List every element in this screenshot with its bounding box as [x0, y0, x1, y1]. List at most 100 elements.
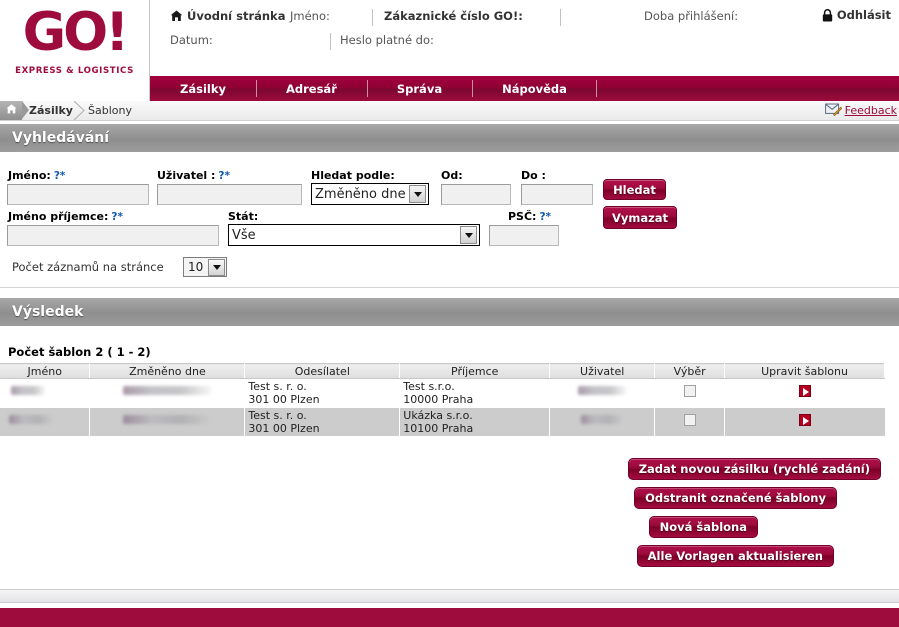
- breadcrumb-item-sablony[interactable]: Šablony: [88, 104, 132, 117]
- results-table: Jméno Změněno dne Odesílatel Příjemce Už…: [0, 363, 885, 437]
- search-input-jmeno[interactable]: [7, 184, 149, 205]
- feedback-link[interactable]: Feedback: [845, 104, 897, 117]
- nav-item-zasilky[interactable]: Zásilky: [150, 76, 256, 101]
- search-button[interactable]: Hledat: [603, 179, 666, 200]
- nav-item-label: Zásilky: [180, 81, 226, 96]
- help-icon[interactable]: ?*: [539, 211, 551, 223]
- search-select-hledat-podle[interactable]: Změněno dne: [311, 183, 429, 205]
- redacted-value: [11, 386, 45, 395]
- feedback-area[interactable]: Feedback: [824, 102, 897, 119]
- home-link-label: Úvodní stránka: [187, 9, 286, 23]
- new-shipment-quick-button[interactable]: Zadat novou zásilku (rychlé zadání): [627, 458, 881, 480]
- help-icon[interactable]: ?*: [111, 211, 123, 223]
- cell-upravit-sablonu[interactable]: [724, 378, 885, 408]
- logout-label: Odhlásit: [836, 8, 891, 22]
- clear-button-label: Vymazat: [611, 210, 669, 225]
- logo-tagline: EXPRESS & LOGISTICS: [15, 66, 134, 76]
- breadcrumb-home-button[interactable]: [0, 101, 29, 120]
- table-row[interactable]: Test s. r. o. 301 00 Plzen Ukázka s.r.o.…: [0, 407, 885, 437]
- home-icon: [170, 10, 183, 25]
- home-icon: [5, 104, 17, 117]
- row-select-checkbox[interactable]: [683, 414, 696, 426]
- help-icon[interactable]: ?*: [54, 170, 66, 182]
- chevron-down-icon[interactable]: [208, 258, 225, 276]
- label-uzivatel: Uživatel : ?*: [157, 169, 230, 182]
- search-select-stat-value: Vše: [232, 227, 256, 243]
- header-divider: [372, 9, 373, 26]
- result-section-header: Výsledek: [0, 298, 899, 326]
- play-icon[interactable]: [798, 385, 811, 397]
- redacted-value: [123, 386, 212, 395]
- label-psc-text: PSČ:: [508, 210, 537, 223]
- nav-item-adresar[interactable]: Adresář: [255, 76, 367, 101]
- cell-prijemce: Ukázka s.r.o. 10100 Praha: [399, 407, 551, 437]
- update-all-templates-button[interactable]: Alle Vorlagen aktualisieren: [636, 545, 834, 567]
- logo-wordmark: GO!: [22, 2, 130, 63]
- help-icon[interactable]: ?*: [218, 170, 230, 182]
- cell-jmeno: [0, 407, 91, 437]
- clear-button[interactable]: Vymazat: [603, 206, 677, 229]
- play-icon[interactable]: [798, 414, 811, 426]
- chevron-down-icon[interactable]: [460, 226, 477, 244]
- records-per-page-select[interactable]: 10: [183, 257, 227, 277]
- cell-jmeno: [0, 378, 91, 408]
- header-divider: [330, 33, 331, 50]
- prijemce-line-2: 10100 Praha: [403, 422, 474, 435]
- search-input-od[interactable]: [441, 184, 511, 205]
- header-field-session-time: Doba přihlášení:: [644, 9, 739, 23]
- home-link[interactable]: Úvodní stránka: [170, 9, 285, 25]
- search-section-title: Vyhledávání: [12, 130, 110, 146]
- cell-zmeneno-dne: [89, 378, 246, 408]
- cell-odesilatel: Test s. r. o. 301 00 Plzen: [244, 407, 401, 437]
- cell-vyber[interactable]: [654, 407, 726, 437]
- footer-strip: [0, 589, 899, 603]
- label-jmeno-prijemce-text: Jméno příjemce:: [8, 210, 109, 223]
- cell-prijemce: Test s.r.o. 10000 Praha: [399, 378, 551, 408]
- header-divider: [560, 9, 561, 26]
- nav-item-label: Správa: [396, 81, 443, 96]
- brand-logo[interactable]: GO! EXPRESS & LOGISTICS: [0, 0, 150, 104]
- chevron-down-icon[interactable]: [409, 185, 426, 203]
- redacted-value: [9, 415, 53, 424]
- page-header: GO! EXPRESS & LOGISTICS Úvodní stránka J…: [0, 0, 899, 104]
- header-row-2: Datum: Heslo platné do:: [150, 28, 899, 58]
- table-row[interactable]: Test s. r. o. 301 00 Plzen Test s.r.o. 1…: [0, 378, 885, 408]
- search-select-stat[interactable]: Vše: [228, 224, 480, 246]
- odesilatel-line-1: Test s. r. o.: [248, 409, 307, 422]
- search-input-do[interactable]: [521, 184, 593, 205]
- search-button-label: Hledat: [613, 182, 656, 197]
- search-input-uzivatel[interactable]: [157, 184, 302, 205]
- delete-selected-templates-button[interactable]: Odstranit označené šablony: [634, 487, 837, 509]
- col-header-jmeno[interactable]: Jméno: [0, 363, 91, 379]
- nav-item-sprava[interactable]: Správa: [366, 76, 472, 101]
- row-select-checkbox[interactable]: [683, 385, 696, 397]
- new-template-label: Nová šablona: [659, 520, 747, 534]
- header-field-customer-number: Zákaznické číslo GO!:: [384, 9, 523, 23]
- col-header-prijemce[interactable]: Příjemce: [399, 363, 551, 379]
- logout-link[interactable]: Odhlásit: [822, 8, 891, 25]
- label-psc: PSČ: ?*: [508, 210, 551, 223]
- col-header-vyber[interactable]: Výběr: [654, 363, 726, 379]
- label-uzivatel-text: Uživatel :: [157, 169, 216, 182]
- cell-uzivatel: [549, 407, 656, 437]
- search-input-psc[interactable]: [489, 225, 559, 246]
- col-header-upravit-sablonu[interactable]: Upravit šablonu: [724, 363, 885, 379]
- cell-uzivatel: [549, 378, 656, 408]
- new-shipment-quick-label: Zadat novou zásilku (rychlé zadání): [638, 462, 870, 476]
- envelope-pencil-icon: [824, 102, 842, 119]
- breadcrumb-item-zasilky[interactable]: Zásilky: [29, 104, 73, 117]
- odesilatel-line-1: Test s. r. o.: [248, 380, 307, 393]
- cell-upravit-sablonu[interactable]: [724, 407, 885, 437]
- search-select-hledat-podle-value: Změněno dne: [315, 186, 406, 202]
- label-hledat-podle: Hledat podle:: [311, 169, 395, 182]
- nav-item-napoveda[interactable]: Nápověda: [472, 76, 597, 101]
- col-header-zmeneno-dne[interactable]: Změněno dne: [89, 363, 246, 379]
- search-input-jmeno-prijemce[interactable]: [7, 225, 219, 246]
- col-header-uzivatel[interactable]: Uživatel: [549, 363, 656, 379]
- result-section-title: Výsledek: [12, 304, 84, 320]
- col-header-odesilatel[interactable]: Odesílatel: [244, 363, 401, 379]
- cell-vyber[interactable]: [654, 378, 726, 408]
- new-template-button[interactable]: Nová šablona: [648, 516, 758, 538]
- redacted-value: [123, 415, 212, 424]
- breadcrumb: Zásilky Šablony Feedback: [0, 101, 899, 121]
